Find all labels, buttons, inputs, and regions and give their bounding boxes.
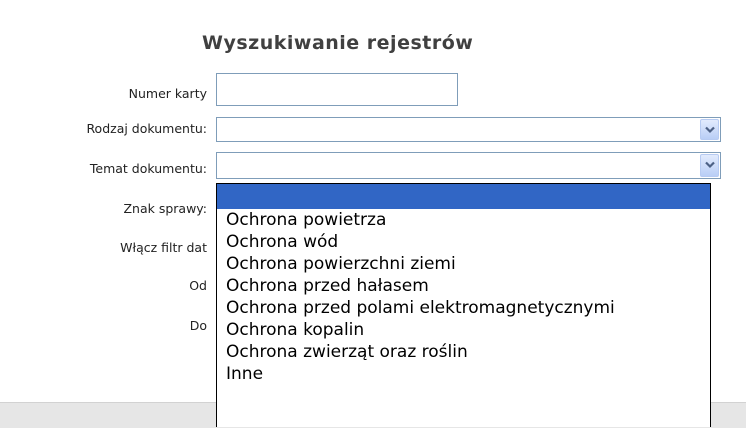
dropdown-option[interactable]: Ochrona kopalin — [217, 319, 710, 341]
temat-dokumentu-dropdown-button[interactable] — [700, 154, 719, 177]
dropdown-option[interactable]: Ochrona powietrza — [217, 209, 710, 231]
dropdown-option[interactable]: Ochrona przed polami elektromagnetycznym… — [217, 297, 710, 319]
od-label: Od — [189, 278, 207, 293]
chevron-down-icon — [705, 161, 715, 169]
dropdown-option[interactable]: Inne — [217, 363, 710, 385]
dropdown-option[interactable]: Ochrona zwierząt oraz roślin — [217, 341, 710, 363]
do-label: Do — [189, 318, 207, 333]
numer-karty-input[interactable] — [216, 73, 458, 106]
dropdown-option-empty[interactable] — [217, 184, 710, 209]
page-title: Wyszukiwanie rejestrów — [202, 32, 474, 54]
temat-dokumentu-select[interactable] — [216, 152, 721, 179]
dropdown-option[interactable]: Ochrona przed hałasem — [217, 275, 710, 297]
dropdown-option[interactable]: Ochrona wód — [217, 231, 710, 253]
znak-sprawy-label: Znak sprawy: — [123, 201, 207, 216]
numer-karty-label: Numer karty — [128, 86, 207, 101]
temat-dokumentu-label: Temat dokumentu: — [89, 161, 207, 176]
chevron-down-icon — [705, 126, 715, 134]
dropdown-option[interactable]: Ochrona powierzchni ziemi — [217, 253, 710, 275]
rodzaj-dokumentu-select[interactable] — [216, 117, 721, 142]
rodzaj-dokumentu-dropdown-button[interactable] — [700, 119, 719, 140]
filtr-dat-label: Włącz filtr dat — [120, 240, 207, 255]
rodzaj-dokumentu-label: Rodzaj dokumentu: — [86, 121, 207, 136]
temat-dokumentu-options-list[interactable]: Ochrona powietrza Ochrona wód Ochrona po… — [216, 183, 711, 427]
